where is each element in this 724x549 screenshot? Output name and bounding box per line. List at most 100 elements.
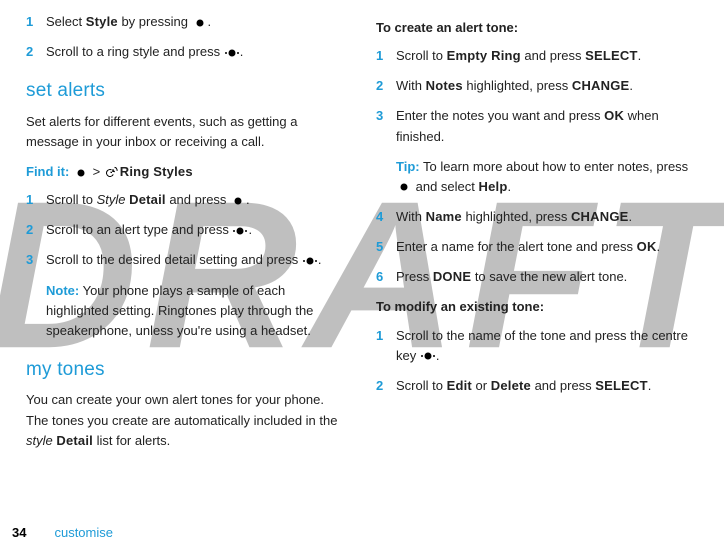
text: : [514, 20, 518, 35]
text: . [629, 209, 633, 224]
ui-term: Style [86, 14, 118, 29]
step-number: 1 [26, 12, 46, 32]
list-item: 2 With Notes highlighted, press CHANGE. [376, 76, 698, 96]
list-item: 2 Scroll to an alert type and press . [26, 220, 348, 240]
text: or [472, 378, 491, 393]
page-number: 34 [12, 525, 26, 540]
step-number: 1 [376, 326, 396, 366]
page-body: 1 Select Style by pressing . 2 Scroll to… [0, 0, 724, 549]
list-item: 1 Scroll to Empty Ring and press SELECT. [376, 46, 698, 66]
step-number: 2 [26, 42, 46, 62]
text: and press [166, 192, 230, 207]
ui-term: Delete [491, 378, 531, 393]
nav-key-icon [233, 226, 247, 236]
paragraph: You can create your own alert tones for … [26, 390, 348, 450]
find-it-line: Find it: > Ring Styles [26, 162, 348, 182]
list-item: 1 Scroll to the name of the tone and pre… [376, 326, 698, 366]
section-heading: set alerts [26, 76, 348, 105]
list-item: 4 With Name highlighted, press CHANGE. [376, 207, 698, 227]
ui-term: Empty Ring [447, 48, 521, 63]
text: Scroll to the desired detail setting and… [46, 252, 302, 267]
text: . [638, 48, 642, 63]
ui-term: Detail [56, 433, 93, 448]
step-number: 6 [376, 267, 396, 287]
text: . [240, 44, 244, 59]
text: and press [521, 48, 585, 63]
text: Select [46, 14, 86, 29]
page-footer: 34 customise [12, 523, 113, 543]
text: Scroll to the name of the tone and press… [396, 328, 688, 363]
step-number: 2 [376, 76, 396, 96]
sub-heading: To modify an existing tone: [376, 297, 698, 317]
find-it-label: Find it: [26, 164, 69, 179]
step-text: With Name highlighted, press CHANGE. [396, 207, 698, 227]
paragraph: Set alerts for different events, such as… [26, 112, 348, 152]
ui-term: Edit [447, 378, 472, 393]
step-text: Scroll to the desired detail setting and… [46, 250, 348, 270]
text: You can create your own alert tones for … [26, 392, 337, 427]
italic-term: style [26, 433, 53, 448]
tip-label: Tip: [396, 159, 420, 174]
text: . [436, 348, 440, 363]
list-item: 3 Enter the notes you want and press OK … [376, 106, 698, 146]
text: Scroll to an alert type and press [46, 222, 232, 237]
step-number: 2 [26, 220, 46, 240]
ui-term: Help [479, 179, 508, 194]
ui-term: CHANGE [572, 78, 630, 93]
centre-key-icon [231, 196, 245, 206]
centre-key-icon [397, 182, 411, 192]
text: . [648, 378, 652, 393]
text: . [507, 179, 511, 194]
text: To learn more about how to enter notes, … [420, 159, 689, 174]
tip-block: Tip: To learn more about how to enter no… [396, 157, 698, 197]
ui-term: Detail [129, 192, 166, 207]
step-text: Scroll to Edit or Delete and press SELEC… [396, 376, 698, 396]
text: . [208, 14, 212, 29]
step-text: Scroll to Style Detail and press . [46, 190, 348, 210]
nav-key-icon [303, 256, 317, 266]
step-text: Select Style by pressing . [46, 12, 348, 32]
text: To modify an existing tone [376, 299, 540, 314]
ui-term: Notes [426, 78, 463, 93]
centre-key-icon [193, 18, 207, 28]
ui-term: CHANGE [571, 209, 629, 224]
ui-term: DONE [433, 269, 471, 284]
step-number: 1 [376, 46, 396, 66]
text: highlighted, press [462, 209, 571, 224]
step-text: Scroll to the name of the tone and press… [396, 326, 698, 366]
right-column: To create an alert tone: 1 Scroll to Emp… [362, 8, 712, 543]
text: . [629, 78, 633, 93]
text: Scroll to [396, 48, 447, 63]
list-item: 2 Scroll to Edit or Delete and press SEL… [376, 376, 698, 396]
text: Enter a name for the alert tone and pres… [396, 239, 637, 254]
step-number: 5 [376, 237, 396, 257]
ring-styles-icon [104, 167, 118, 179]
italic-term: Style [97, 192, 126, 207]
text: > [89, 164, 104, 179]
note-label: Note: [46, 283, 79, 298]
text: : [540, 299, 544, 314]
ui-term: SELECT [585, 48, 637, 63]
step-number: 4 [376, 207, 396, 227]
text: highlighted, press [463, 78, 572, 93]
step-number: 1 [26, 190, 46, 210]
text: list for alerts. [93, 433, 170, 448]
text: Press [396, 269, 433, 284]
text: . [318, 252, 322, 267]
step-text: Enter a name for the alert tone and pres… [396, 237, 698, 257]
nav-key-icon [225, 48, 239, 58]
text: . [246, 192, 250, 207]
list-item: 6 Press DONE to save the new alert tone. [376, 267, 698, 287]
footer-section: customise [54, 525, 113, 540]
centre-key-icon [74, 168, 88, 178]
left-column: 1 Select Style by pressing . 2 Scroll to… [12, 8, 362, 543]
text: and press [531, 378, 595, 393]
step-number: 3 [26, 250, 46, 270]
step-text: Enter the notes you want and press OK wh… [396, 106, 698, 146]
text: Scroll to [46, 192, 97, 207]
step-text: Press DONE to save the new alert tone. [396, 267, 698, 287]
text: Enter the notes you want and press [396, 108, 604, 123]
ui-term: SELECT [595, 378, 647, 393]
list-item: 2 Scroll to a ring style and press . [26, 42, 348, 62]
step-text: Scroll to Empty Ring and press SELECT. [396, 46, 698, 66]
